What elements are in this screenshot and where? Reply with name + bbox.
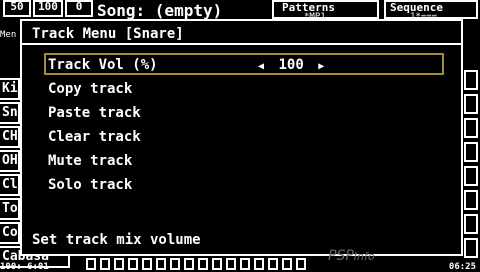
step-cell[interactable] — [128, 258, 138, 270]
clock-time: 06:25 — [448, 262, 476, 272]
menu-divider — [22, 43, 461, 45]
track-row-snare[interactable]: Sn — [0, 102, 20, 124]
track-label: OH — [2, 153, 18, 168]
menu-item-clear-track[interactable]: Clear track — [48, 127, 141, 147]
menu-item-copy-track[interactable]: Copy track — [48, 79, 132, 99]
menu-item-mute-track[interactable]: Mute track — [48, 151, 132, 171]
step-cell[interactable] — [156, 258, 166, 270]
step-cell[interactable] — [226, 258, 236, 270]
track-row-closed-hat[interactable]: CH — [0, 126, 20, 148]
volume-box[interactable]: 100 — [33, 0, 63, 17]
menu-fragment: Men — [0, 30, 17, 40]
song-title[interactable]: Song: (empty) — [97, 1, 222, 20]
step-cell[interactable] — [184, 258, 194, 270]
track-row-clap[interactable]: Cl — [0, 174, 20, 196]
watermark-brand: PSP — [328, 248, 354, 264]
menu-item-solo-track[interactable]: Solo track — [48, 175, 132, 195]
track-volume-value: 100 — [278, 57, 304, 73]
step-cell[interactable] — [240, 258, 250, 270]
track-label: Sn — [2, 105, 18, 120]
step-cell[interactable] — [282, 258, 292, 270]
right-arrow-icon[interactable]: ▶ — [318, 61, 324, 72]
step-cell[interactable] — [100, 258, 110, 270]
grid-cell[interactable] — [464, 70, 478, 90]
step-cell[interactable] — [296, 258, 306, 270]
step-cell[interactable] — [142, 258, 152, 270]
track-menu-dialog: Track Menu [Snare] Track Vol (%) ◀ 100 ▶… — [20, 19, 463, 256]
sequence-panel[interactable]: Sequence 1*=== — [384, 0, 478, 22]
track-row-kick[interactable]: Ki — [0, 78, 20, 100]
step-cell[interactable] — [170, 258, 180, 270]
track-label: Ki — [2, 81, 18, 96]
grid-cell[interactable] — [464, 118, 478, 138]
menu-item-paste-track[interactable]: Paste track — [48, 103, 141, 123]
grid-cell[interactable] — [464, 214, 478, 234]
track-label: Co — [2, 225, 18, 240]
step-cell[interactable] — [268, 258, 278, 270]
track-row-open-hat[interactable]: OH — [0, 150, 20, 172]
track-volume-control[interactable]: ◀ 100 ▶ — [258, 55, 324, 77]
pattern-num-value: 0 — [75, 0, 83, 13]
track-label: CH — [2, 129, 18, 144]
menu-hint: Set track mix volume — [32, 232, 201, 248]
volume-value: 100 — [38, 0, 58, 13]
grid-cell[interactable] — [464, 94, 478, 114]
step-cell[interactable] — [198, 258, 208, 270]
patterns-panel[interactable]: Patterns *MP1 — [272, 0, 379, 22]
track-row-cowbell[interactable]: Co — [0, 222, 20, 244]
grid-cell[interactable] — [464, 238, 478, 258]
grid-cell[interactable] — [464, 166, 478, 186]
left-arrow-icon[interactable]: ◀ — [258, 61, 264, 72]
grid-cell[interactable] — [464, 142, 478, 162]
track-label: Cl — [2, 177, 18, 192]
grid-cell[interactable] — [464, 190, 478, 210]
step-cell[interactable] — [114, 258, 124, 270]
step-cell[interactable] — [86, 258, 96, 270]
bpm-value: 50 — [10, 0, 24, 13]
track-row-tom[interactable]: To — [0, 198, 20, 220]
track-label: To — [2, 201, 18, 216]
menu-title: Track Menu [Snare] — [32, 26, 184, 42]
watermark-logo: PSPInfo — [328, 248, 375, 264]
pattern-num-box[interactable]: 0 — [65, 0, 93, 17]
playback-position: 100: 6:01 — [0, 262, 49, 272]
menu-item-track-vol[interactable]: Track Vol (%) — [48, 55, 158, 75]
step-cell[interactable] — [254, 258, 264, 270]
step-cell[interactable] — [212, 258, 222, 270]
watermark-brand-suffix: Info — [353, 250, 375, 263]
bpm-box[interactable]: 50 — [3, 0, 31, 17]
